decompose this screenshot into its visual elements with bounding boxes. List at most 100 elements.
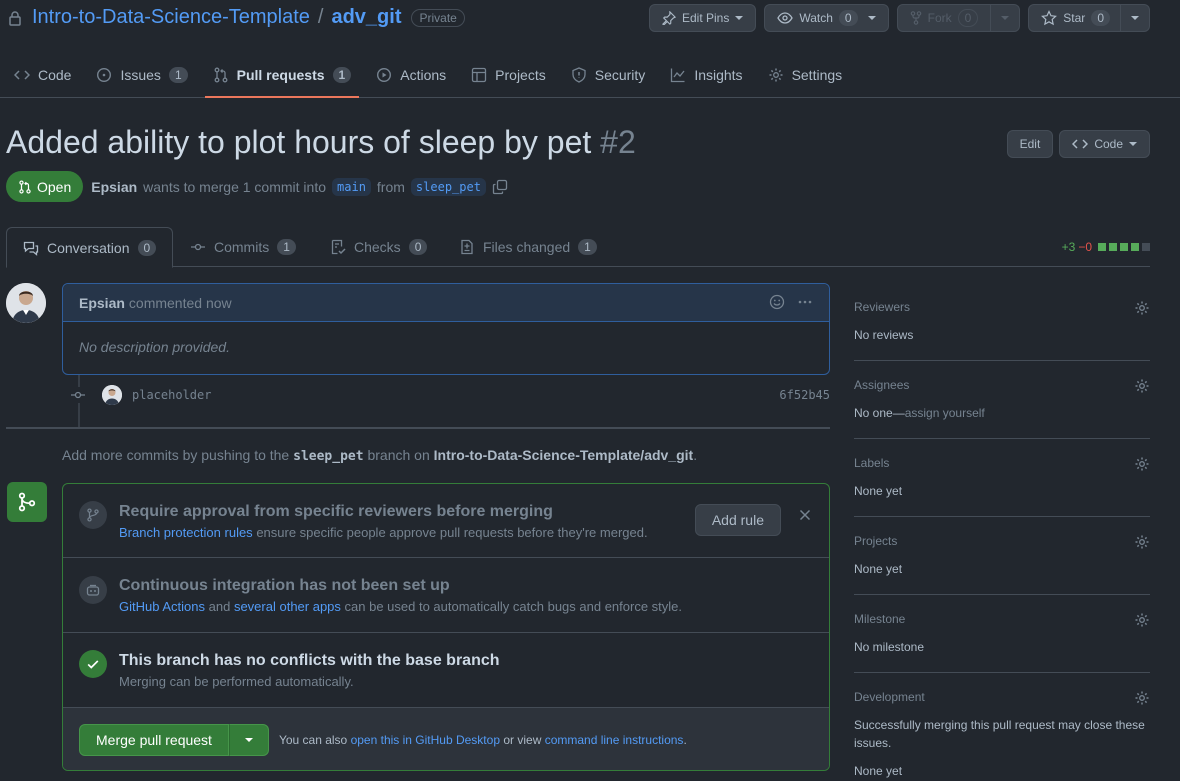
graph-icon [670,67,686,83]
base-branch[interactable]: main [332,177,371,196]
push-hint-branch: sleep_pet [293,449,364,464]
push-hint-prefix: Add more commits by pushing to the [62,447,290,463]
or-view-text: or view [503,733,542,747]
tab-commits[interactable]: Commits 1 [190,227,296,267]
commit-sha[interactable]: 6f52b45 [779,388,830,402]
tab-checks-label: Checks [354,239,401,255]
files-changed-count: 1 [578,239,597,255]
watch-button[interactable]: Watch 0 [764,4,889,32]
labels-value: None yet [854,484,903,498]
gear-icon[interactable] [1134,378,1150,394]
add-rule-button[interactable]: Add rule [694,504,781,536]
projects-section: Projects None yet [854,517,1150,595]
kebab-horizontal-icon[interactable] [797,294,813,310]
divider [6,427,830,429]
commit-icon [190,239,206,255]
code-icon [14,67,30,83]
tab-insights[interactable]: Insights [662,56,750,94]
github-desktop-link[interactable]: open this in GitHub Desktop [351,733,500,747]
approval-section: Require approval from specific reviewers… [63,484,829,558]
chevron-down-icon [244,738,253,742]
lock-icon [8,10,22,26]
merge-method-dropdown-button[interactable] [228,724,269,756]
deletions-count: −0 [1078,240,1092,254]
comment-body: No description provided. [79,339,230,355]
chevron-down-icon [1129,142,1137,146]
state-label: Open [37,178,72,195]
pr-meta: Open Epsian wants to merge 1 commit into… [6,171,508,202]
chevron-down-icon [1131,16,1139,20]
git-branch-icon [79,501,107,529]
chevron-down-icon [735,16,744,20]
commits-count: 1 [277,239,296,255]
chevron-down-icon [867,16,876,20]
merge-box: Require approval from specific reviewers… [62,483,830,771]
merge-pull-request-button[interactable]: Merge pull request [79,724,229,756]
gear-icon[interactable] [1134,534,1150,550]
tab-code[interactable]: Code [6,56,79,94]
github-actions-link[interactable]: GitHub Actions [119,599,205,614]
gear-icon[interactable] [1134,690,1150,706]
head-branch[interactable]: sleep_pet [410,177,486,196]
watch-count: 0 [838,10,858,26]
tab-insights-label: Insights [694,67,743,83]
file-diff-icon [459,239,475,255]
smiley-icon[interactable] [769,294,785,310]
reviewers-value: No reviews [854,328,914,342]
table-icon [471,67,487,83]
pin-icon [662,11,676,25]
pr-meta-text: wants to merge 1 commit into [143,178,327,195]
labels-section: Labels None yet [854,439,1150,517]
tab-projects[interactable]: Projects [463,56,554,94]
tab-security[interactable]: Security [563,56,654,94]
code-dropdown-button[interactable]: Code [1059,130,1150,158]
gear-icon [768,67,784,83]
other-apps-link[interactable]: several other apps [234,599,341,614]
close-icon[interactable] [799,509,811,521]
gear-icon[interactable] [1134,612,1150,628]
avatar[interactable] [102,385,122,405]
command-line-link[interactable]: command line instructions [545,733,684,747]
tab-settings[interactable]: Settings [760,56,851,94]
avatar[interactable] [6,283,46,323]
gear-icon[interactable] [1134,456,1150,472]
comment-author[interactable]: Epsian [79,295,125,311]
edit-pins-button[interactable]: Edit Pins [649,4,757,32]
copy-icon[interactable] [492,179,508,195]
star-button[interactable]: Star 0 [1028,4,1121,32]
from-text: from [376,178,405,195]
tab-files-changed[interactable]: Files changed 1 [459,227,597,267]
comment-time[interactable]: commented now [129,295,232,311]
watch-label: Watch [799,11,833,25]
fork-dropdown-button[interactable] [991,4,1021,32]
edit-title-button[interactable]: Edit [1006,130,1054,158]
tab-conversation[interactable]: Conversation 0 [6,227,174,268]
code-dropdown-label: Code [1094,137,1123,151]
conversation-count: 0 [137,239,157,256]
tab-issues-label: Issues [120,67,161,83]
commit-message[interactable]: placeholder [132,388,211,402]
star-count: 0 [1091,10,1110,26]
eye-icon [777,12,794,24]
tab-issues[interactable]: Issues 1 [88,56,195,94]
star-dropdown-button[interactable] [1121,4,1150,32]
comment-box: Epsian commented now No description prov… [62,283,830,375]
tab-settings-label: Settings [791,67,843,83]
repo-header: Intro-to-Data-Science-Template / adv_git… [0,0,1180,40]
tab-actions[interactable]: Actions [368,56,454,94]
gear-icon[interactable] [1134,300,1150,316]
reviewers-section: Reviewers No reviews [854,283,1150,361]
pr-author-link[interactable]: Epsian [91,179,137,195]
conflict-title: This branch has no conflicts with the ba… [119,652,500,669]
pr-tabs: Conversation 0 Commits 1 Checks 0 Files … [6,227,1150,268]
fork-button[interactable]: Fork 0 [896,4,992,32]
push-hint: Add more commits by pushing to the sleep… [62,447,697,464]
repo-owner-link[interactable]: Intro-to-Data-Science-Template [32,6,310,29]
diffstat-block [1120,243,1128,251]
tab-checks[interactable]: Checks 0 [330,227,428,267]
ci-and-text: and [208,599,231,614]
tab-pull-requests[interactable]: Pull requests 1 [204,56,360,98]
repo-name-link[interactable]: adv_git [331,6,401,29]
branch-protection-link[interactable]: Branch protection rules [119,525,253,540]
assign-yourself-link[interactable]: assign yourself [905,406,985,420]
